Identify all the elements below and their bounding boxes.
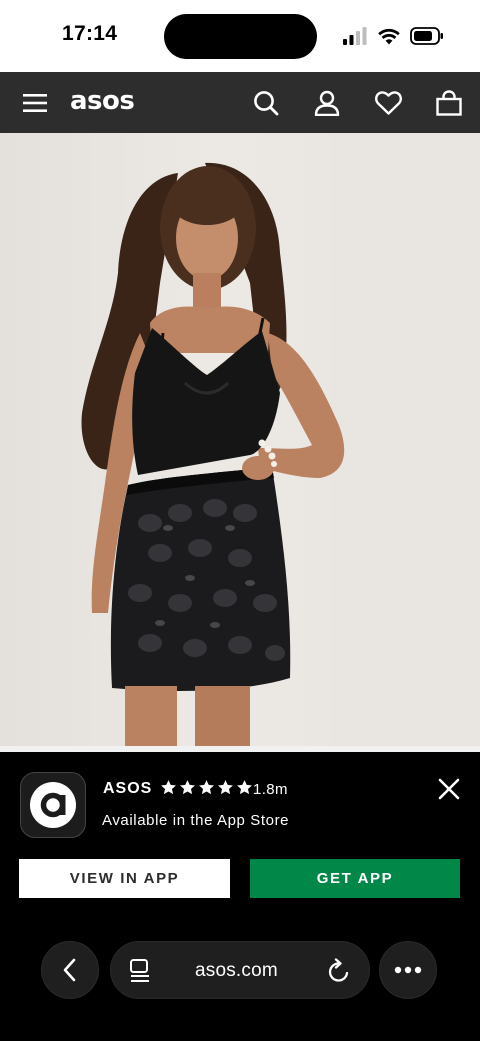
wifi-icon	[378, 28, 400, 44]
url-text: asos.com	[195, 960, 278, 981]
close-banner-button[interactable]	[436, 776, 462, 802]
back-icon	[63, 958, 76, 982]
star-icon	[199, 780, 214, 795]
reader-icon	[130, 959, 149, 982]
product-image-carousel[interactable]: 914	[0, 133, 480, 746]
product-photo	[81, 133, 480, 746]
asos-logo[interactable]: asos	[70, 86, 135, 116]
dynamic-island	[164, 14, 317, 59]
status-bar: 17:14	[0, 0, 480, 72]
status-time: 17:14	[62, 22, 118, 45]
app-icon[interactable]	[20, 772, 86, 838]
star-icon	[161, 780, 176, 795]
app-name: ASOS	[103, 780, 153, 797]
get-app-button[interactable]: GET APP	[250, 859, 460, 898]
search-icon	[254, 90, 279, 115]
more-button[interactable]	[379, 941, 437, 999]
account-button[interactable]	[308, 72, 346, 133]
rating-stars	[160, 779, 253, 796]
menu-button[interactable]	[16, 72, 54, 133]
search-button[interactable]	[247, 72, 285, 133]
reload-icon[interactable]	[327, 958, 351, 984]
bag-button[interactable]	[430, 72, 468, 133]
view-in-app-button[interactable]: VIEW IN APP	[19, 859, 230, 898]
app-banner: ASOS 1.8m Available in the App Store VIE…	[0, 752, 480, 1041]
availability-text: Available in the App Store	[102, 812, 290, 829]
heart-icon	[374, 90, 402, 115]
more-icon	[394, 966, 422, 974]
back-button[interactable]	[41, 941, 99, 999]
star-icon	[180, 780, 195, 795]
bag-icon	[436, 89, 462, 116]
app-header: asos	[0, 72, 480, 133]
saved-items-button[interactable]	[369, 72, 407, 133]
account-icon	[314, 90, 340, 116]
rating-count: 1.8m	[253, 781, 288, 798]
menu-icon	[23, 93, 47, 112]
status-icons	[342, 24, 444, 48]
asos-app-logo	[30, 782, 76, 828]
battery-icon	[410, 27, 443, 45]
star-icon	[237, 780, 252, 795]
signal-icon	[343, 27, 367, 45]
star-icon	[218, 780, 233, 795]
close-icon	[438, 778, 460, 800]
address-bar[interactable]: asos.com	[110, 941, 370, 999]
